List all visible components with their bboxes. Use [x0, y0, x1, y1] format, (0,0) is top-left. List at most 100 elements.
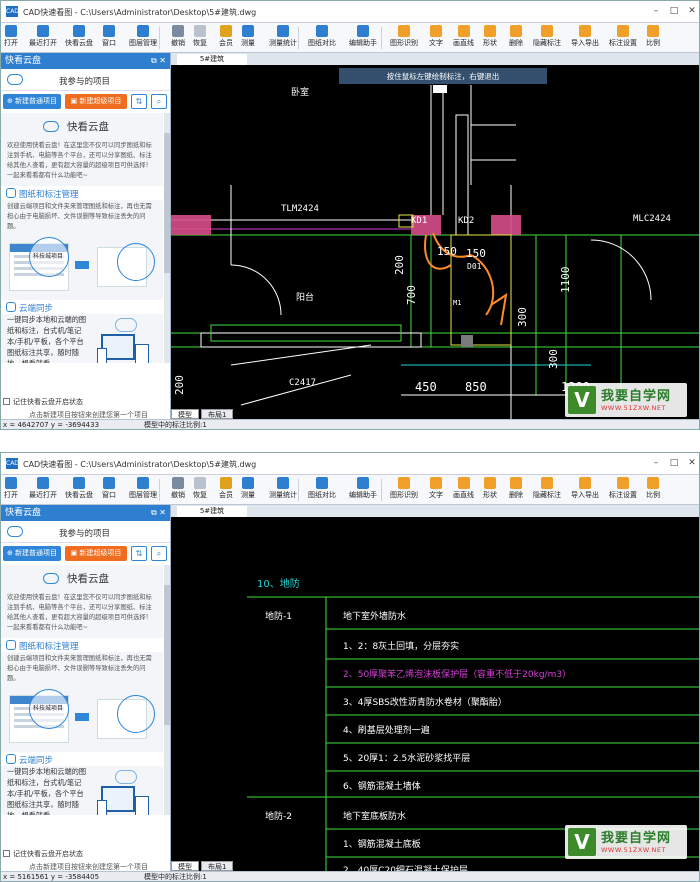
maximize-icon[interactable]: □: [669, 6, 679, 16]
toolbar-button-label: 标注设置: [609, 491, 637, 499]
toolbar-button-vip[interactable]: 会员: [219, 477, 233, 504]
plan-label: TLM2424: [281, 204, 319, 214]
intro-content: 快看云盘 欢迎使用快看云盘！在这里您不仅可以同步图纸和标注到手机、电脑等各个平台…: [1, 113, 163, 363]
remember-checkbox[interactable]: 记住快看云盘开启状态: [3, 849, 83, 859]
toolbar-button-label: 画直线: [453, 491, 474, 499]
toolbar-button-compare[interactable]: 图纸对比: [308, 477, 336, 504]
toolbar-button-vip[interactable]: 会员: [219, 25, 233, 52]
illustration-label: 科技城项目: [33, 705, 64, 712]
toolbar-button-edit-helper[interactable]: 编辑助手: [349, 477, 377, 504]
panel-scrollbar[interactable]: [164, 113, 170, 363]
toolbar-button-mark-settings[interactable]: 标注设置: [609, 25, 637, 52]
tab-model[interactable]: 模型: [171, 861, 199, 871]
remember-checkbox[interactable]: 记住快看云盘开启状态: [3, 397, 83, 407]
toolbar-button-measure[interactable]: 测量: [241, 25, 255, 52]
toolbar-button-scale[interactable]: 比例: [646, 477, 660, 504]
maximize-icon[interactable]: □: [669, 458, 679, 468]
toolbar-button-layers[interactable]: 图层管理: [129, 25, 157, 52]
toolbar-button-measure[interactable]: 测量: [241, 477, 255, 504]
plan-label: 700: [405, 285, 418, 305]
toolbar-button-window[interactable]: 窗口: [102, 477, 116, 504]
toolbar-button-text[interactable]: 文字: [429, 25, 443, 52]
coordinates: x = 5161561 y = -3584405: [3, 873, 100, 881]
toolbar-button-undo[interactable]: 撤销: [171, 477, 185, 504]
toolbar-button-label: 测量: [241, 491, 255, 499]
layers-icon: [137, 25, 149, 37]
close-icon[interactable]: ✕: [687, 458, 697, 468]
my-projects[interactable]: 我参与的项目: [1, 69, 170, 91]
toolbar-button-label: 文字: [429, 491, 443, 499]
tab-layout[interactable]: 布局1: [201, 409, 234, 419]
toolbar-button-compare[interactable]: 图纸对比: [308, 25, 336, 52]
toolbar-button-clock[interactable]: 最近打开: [29, 25, 57, 52]
new-normal-project-button[interactable]: ⊕ 新建普通项目: [3, 94, 61, 109]
panel-scrollbar[interactable]: [164, 565, 170, 815]
sync-icon[interactable]: ⇅: [131, 546, 147, 561]
toolbar-button-window[interactable]: 窗口: [102, 25, 116, 52]
search-icon[interactable]: ⌕: [151, 94, 167, 109]
clock-icon: [37, 25, 49, 37]
close-icon[interactable]: ✕: [687, 6, 697, 16]
toolbar-button-text[interactable]: 文字: [429, 477, 443, 504]
toolbar-button-recognize[interactable]: 图形识别: [390, 477, 418, 504]
pin-icon[interactable]: ⧉ ✕: [151, 505, 166, 521]
sync-icon[interactable]: ⇅: [131, 94, 147, 109]
toolbar-button-label: 撤销: [171, 39, 185, 47]
cloud-icon: [73, 25, 85, 37]
panel-title: 快看云盘: [5, 508, 42, 518]
plan-label: M1: [453, 299, 461, 307]
toolbar-button-recognize[interactable]: 图形识别: [390, 25, 418, 52]
toolbar-button-import-export[interactable]: 导入导出: [571, 25, 599, 52]
folder-manage-icon: [6, 188, 16, 198]
toolbar-button-import-export[interactable]: 导入导出: [571, 477, 599, 504]
tab-layout[interactable]: 布局1: [201, 861, 234, 871]
toolbar-button-undo[interactable]: 撤销: [171, 25, 185, 52]
import-export-icon: [579, 25, 591, 37]
pin-icon[interactable]: ⧉ ✕: [151, 53, 166, 69]
toolbar-button-shape[interactable]: 形状: [483, 477, 497, 504]
measure-icon: [242, 25, 254, 37]
drawing-canvas[interactable]: 5#建筑 按住鼠标左键绘制标注，右键退出 卧室 TLM2424 KD1 KD2 …: [171, 53, 699, 425]
new-super-project-button[interactable]: ▣ 新建超级项目: [65, 94, 127, 109]
toolbar-button-folder[interactable]: 打开: [4, 477, 18, 504]
tab-drawing[interactable]: 5#建筑: [177, 506, 247, 517]
toolbar-button-shape[interactable]: 形状: [483, 25, 497, 52]
search-icon[interactable]: ⌕: [151, 546, 167, 561]
toolbar-button-measure-stats[interactable]: 测量统计: [269, 477, 297, 504]
toolbar-button-redo[interactable]: 恢复: [193, 25, 207, 52]
toolbar-button-mark-settings[interactable]: 标注设置: [609, 477, 637, 504]
watermark-text: 我要自学网: [601, 389, 672, 404]
toolbar-button-label: 隐藏标注: [533, 39, 561, 47]
toolbar-button-erase[interactable]: 删除: [509, 477, 523, 504]
cloud-icon: [7, 526, 23, 537]
toolbar-button-measure-stats[interactable]: 测量统计: [269, 25, 297, 52]
tab-model[interactable]: 模型: [171, 409, 199, 419]
cloud-panel: 快看云盘 ⧉ ✕ 我参与的项目 ⊕ 新建普通项目 ▣ 新建超级项目 ⇅ ⌕ 快看云…: [1, 505, 171, 877]
drawing-canvas[interactable]: 5#建筑 10、地防 地防-1 地下室外墙防水 1、2：8灰土回填，分层夯实 2、50…: [171, 505, 699, 877]
toolbar-button-hide-mark[interactable]: 隐藏标注: [533, 25, 561, 52]
watermark-logo: V: [568, 828, 596, 856]
toolbar-button-layers[interactable]: 图层管理: [129, 477, 157, 504]
spec-table-drawing: 10、地防 地防-1 地下室外墙防水 1、2：8灰土回填，分层夯实 2、50厚聚苯乙烯…: [247, 577, 699, 877]
toolbar-button-hide-mark[interactable]: 隐藏标注: [533, 477, 561, 504]
toolbar-button-clock[interactable]: 最近打开: [29, 477, 57, 504]
toolbar-button-folder[interactable]: 打开: [4, 25, 18, 52]
toolbar-button-cloud[interactable]: 快看云盘: [65, 25, 93, 52]
toolbar-button-cloud[interactable]: 快看云盘: [65, 477, 93, 504]
minimize-icon[interactable]: –: [651, 6, 661, 16]
toolbar-button-edit-helper[interactable]: 编辑助手: [349, 25, 377, 52]
new-normal-project-button[interactable]: ⊕ 新建普通项目: [3, 546, 61, 561]
toolbar-separator: [298, 27, 299, 49]
tab-drawing[interactable]: 5#建筑: [177, 54, 247, 65]
toolbar-button-line[interactable]: 画直线: [453, 477, 474, 504]
minimize-icon[interactable]: –: [651, 458, 661, 468]
toolbar-button-label: 图层管理: [129, 39, 157, 47]
new-super-project-button[interactable]: ▣ 新建超级项目: [65, 546, 127, 561]
my-projects[interactable]: 我参与的项目: [1, 521, 170, 543]
toolbar-button-label: 测量统计: [269, 491, 297, 499]
toolbar-button-line[interactable]: 画直线: [453, 25, 474, 52]
floorplan-drawing: 按住鼠标左键绘制标注，右键退出 卧室 TLM2424 KD1 KD2 150 1…: [171, 68, 699, 425]
toolbar-button-scale[interactable]: 比例: [646, 25, 660, 52]
toolbar-button-redo[interactable]: 恢复: [193, 477, 207, 504]
toolbar-button-erase[interactable]: 删除: [509, 25, 523, 52]
